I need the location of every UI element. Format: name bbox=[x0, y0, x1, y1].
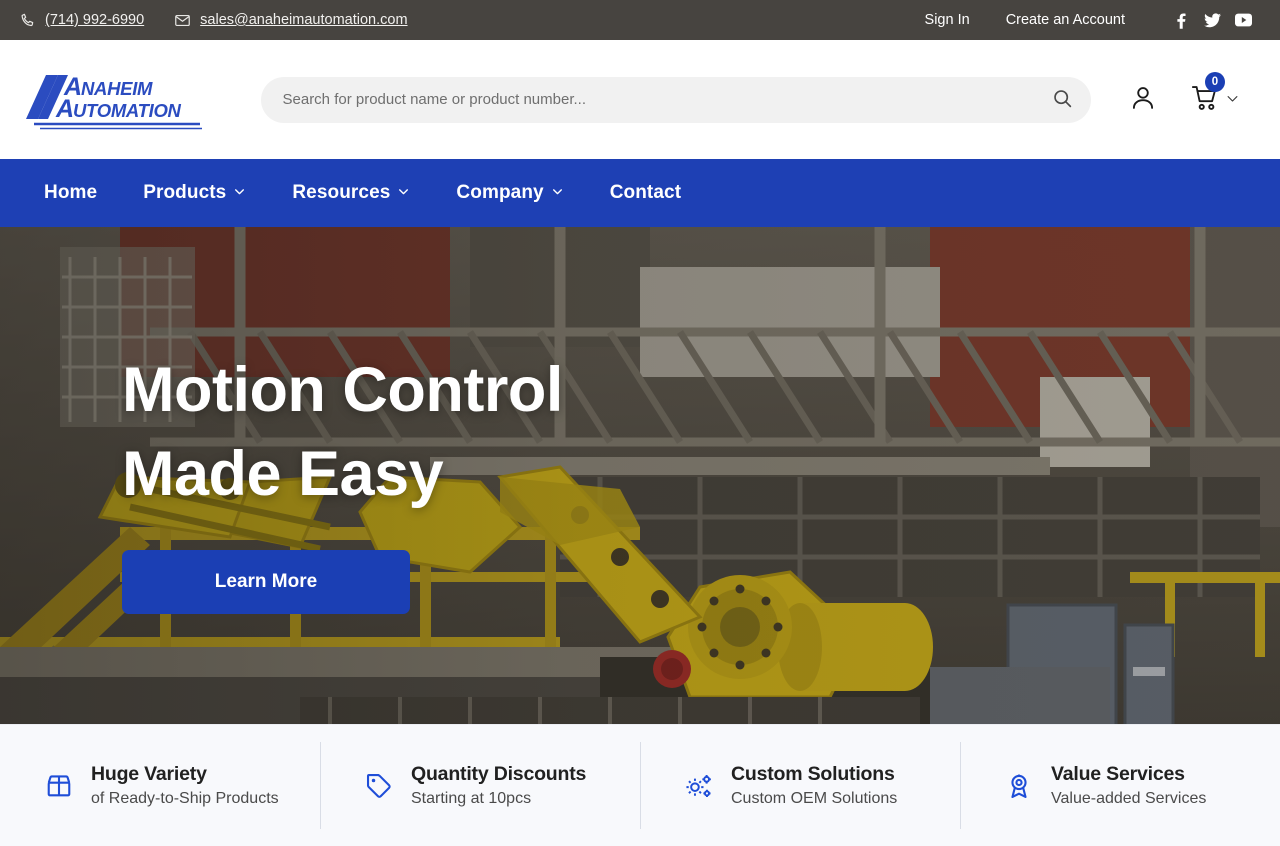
nav-item-products[interactable]: Products bbox=[120, 182, 269, 204]
nav-label: Home bbox=[44, 182, 98, 203]
hero-title-line2: Made Easy bbox=[122, 438, 444, 509]
social-links bbox=[1173, 12, 1252, 29]
search-box[interactable] bbox=[260, 76, 1091, 123]
twitter-icon[interactable] bbox=[1204, 12, 1221, 29]
gears-icon bbox=[684, 771, 714, 801]
feature-highlight-bar: Huge Variety of Ready-to-Ship Products Q… bbox=[0, 724, 1280, 846]
topbar-account-group: Sign In Create an Account bbox=[907, 12, 1262, 29]
cart-button[interactable]: 0 bbox=[1191, 72, 1240, 115]
chevron-down-icon bbox=[1225, 91, 1240, 109]
svg-text:NAHEIM: NAHEIM bbox=[81, 78, 153, 99]
nav-item-contact[interactable]: Contact bbox=[587, 182, 704, 204]
nav-label: Products bbox=[143, 182, 227, 203]
phone-icon bbox=[20, 12, 36, 28]
site-logo[interactable]: A NAHEIM A UTOMATION bbox=[24, 67, 214, 133]
chevron-down-icon bbox=[233, 182, 246, 204]
feature-subtitle: Starting at 10pcs bbox=[411, 790, 532, 807]
feature-custom-solutions[interactable]: Custom Solutions Custom OEM Solutions bbox=[640, 725, 960, 846]
email-link[interactable]: sales@anaheimautomation.com bbox=[174, 12, 408, 29]
feature-subtitle: of Ready-to-Ship Products bbox=[91, 790, 279, 807]
user-icon bbox=[1129, 84, 1157, 115]
search-button[interactable] bbox=[1051, 88, 1075, 112]
svg-text:UTOMATION: UTOMATION bbox=[73, 100, 182, 121]
envelope-icon bbox=[174, 12, 191, 29]
feature-title: Quantity Discounts bbox=[411, 763, 587, 785]
hero-title-line1: Motion Control bbox=[122, 355, 563, 425]
nav-label: Company bbox=[456, 182, 544, 203]
phone-number: (714) 992-6990 bbox=[45, 12, 145, 28]
feature-title: Custom Solutions bbox=[731, 763, 895, 785]
sign-in-link[interactable]: Sign In bbox=[907, 12, 988, 28]
account-button[interactable] bbox=[1129, 84, 1157, 115]
feature-subtitle: Custom OEM Solutions bbox=[731, 790, 898, 807]
cart-count-badge: 0 bbox=[1205, 72, 1225, 92]
feature-value-services[interactable]: Value Services Value-added Services bbox=[960, 725, 1280, 846]
feature-huge-variety[interactable]: Huge Variety of Ready-to-Ship Products bbox=[0, 725, 320, 846]
topbar-contact-group: (714) 992-6990 sales@anaheimautomation.c… bbox=[20, 12, 408, 29]
tag-icon bbox=[364, 771, 394, 801]
search-area bbox=[214, 76, 1129, 123]
search-input[interactable] bbox=[260, 76, 1091, 123]
nav-item-resources[interactable]: Resources bbox=[269, 182, 433, 204]
main-navigation: Home Products Resources Company Contact bbox=[0, 159, 1280, 227]
hero-banner: Motion Control Made Easy Learn More bbox=[0, 227, 1280, 724]
logo-text-automation: A bbox=[55, 95, 74, 123]
create-account-link[interactable]: Create an Account bbox=[988, 12, 1143, 28]
site-header: A NAHEIM A UTOMATION Search for product … bbox=[0, 40, 1280, 159]
award-icon bbox=[1004, 771, 1034, 801]
feature-title: Huge Variety bbox=[91, 763, 207, 785]
nav-item-company[interactable]: Company bbox=[433, 182, 586, 204]
utility-top-bar: (714) 992-6990 sales@anaheimautomation.c… bbox=[0, 0, 1280, 40]
youtube-icon[interactable] bbox=[1235, 12, 1252, 29]
hero-content: Motion Control Made Easy Learn More bbox=[122, 349, 842, 614]
header-actions: 0 bbox=[1129, 72, 1258, 115]
nav-item-home[interactable]: Home bbox=[44, 182, 120, 204]
feature-title: Value Services bbox=[1051, 763, 1185, 785]
nav-label: Resources bbox=[292, 182, 391, 203]
learn-more-button[interactable]: Learn More bbox=[122, 549, 410, 614]
chevron-down-icon bbox=[551, 182, 564, 204]
nav-label: Contact bbox=[609, 182, 682, 203]
feature-subtitle: Value-added Services bbox=[1051, 790, 1207, 807]
email-address: sales@anaheimautomation.com bbox=[200, 12, 408, 28]
phone-link[interactable]: (714) 992-6990 bbox=[20, 12, 144, 28]
box-icon bbox=[44, 771, 74, 801]
search-icon bbox=[1052, 88, 1073, 112]
feature-quantity-discounts[interactable]: Quantity Discounts Starting at 10pcs bbox=[320, 725, 640, 846]
chevron-down-icon bbox=[397, 182, 410, 204]
facebook-icon[interactable] bbox=[1173, 12, 1190, 29]
